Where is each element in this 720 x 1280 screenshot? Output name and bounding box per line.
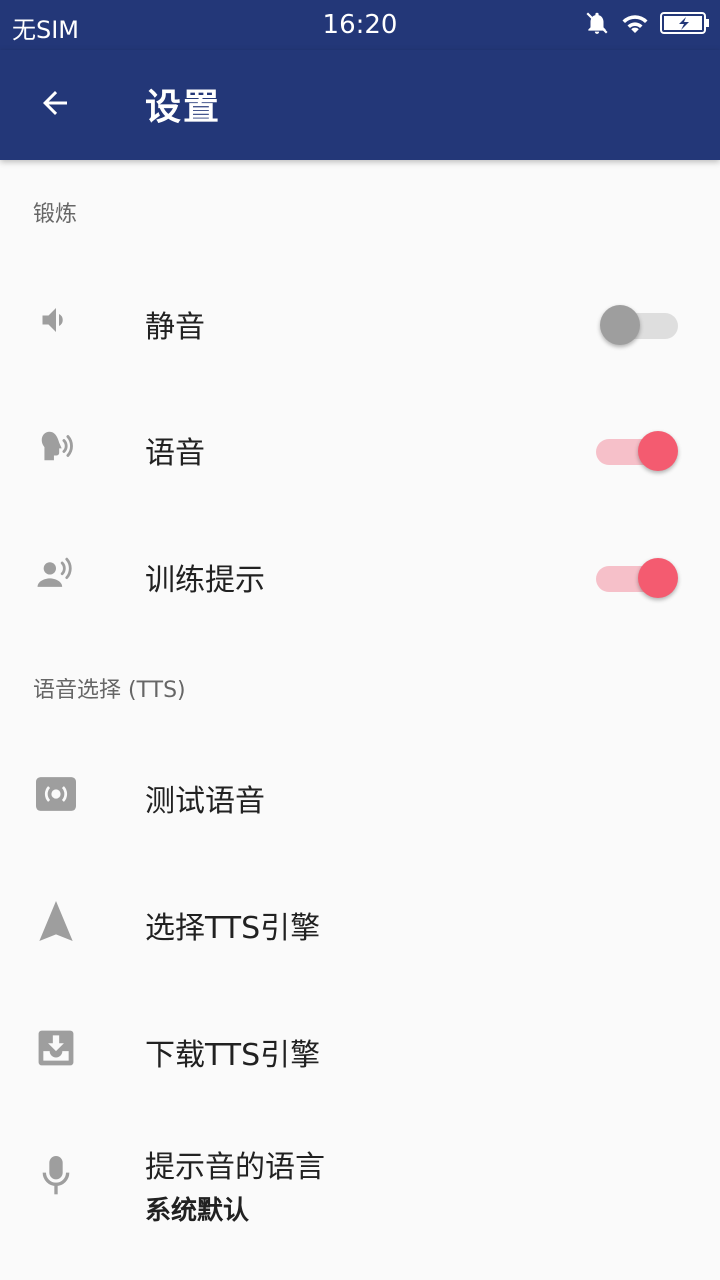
setting-row-download-tts[interactable]: 下载TTS引擎 <box>0 985 720 1111</box>
setting-label: 训练提示 <box>145 563 265 598</box>
status-icons <box>584 10 710 40</box>
setting-label: 静音 <box>145 310 205 345</box>
toggle-thumb <box>638 558 678 598</box>
voice-toggle[interactable] <box>596 427 680 471</box>
wifi-icon <box>620 10 650 40</box>
voice-speaking-icon <box>36 426 76 466</box>
download-tray-icon <box>36 1028 76 1068</box>
setting-label: 测试语音 <box>145 784 265 819</box>
volume-icon <box>36 300 76 340</box>
bell-off-icon <box>584 10 610 40</box>
person-speaking-icon <box>36 553 76 593</box>
setting-row-prompt-language[interactable]: 提示音的语言 系统默认 <box>0 1110 720 1236</box>
setting-row-mute[interactable]: 静音 <box>0 257 720 383</box>
microphone-icon <box>36 1156 76 1196</box>
section-header-tts: 语音选择 (TTS) <box>33 678 186 703</box>
setting-sublabel: 系统默认 <box>145 1196 250 1226</box>
setting-label: 下载TTS引擎 <box>145 1038 321 1073</box>
section-header-workout: 锻炼 <box>33 202 78 227</box>
setting-label: 语音 <box>145 436 205 471</box>
arrow-left-icon <box>37 85 73 125</box>
setting-row-coach-tips[interactable]: 训练提示 <box>0 510 720 636</box>
setting-row-select-tts[interactable]: 选择TTS引擎 <box>0 858 720 984</box>
setting-label: 提示音的语言 <box>145 1150 325 1185</box>
coach-tips-toggle[interactable] <box>596 554 680 598</box>
setting-row-voice[interactable]: 语音 <box>0 383 720 509</box>
setting-row-test-voice[interactable]: 测试语音 <box>0 731 720 857</box>
navigation-arrow-icon <box>36 901 76 941</box>
back-button[interactable] <box>30 80 80 130</box>
app-bar: 设置 <box>0 50 720 160</box>
toggle-thumb <box>638 431 678 471</box>
speaker-test-icon <box>36 774 76 814</box>
mute-toggle[interactable] <box>600 301 680 345</box>
status-bar: 无SIM 16:20 <box>0 0 720 50</box>
battery-charging-icon <box>660 11 710 39</box>
setting-label: 选择TTS引擎 <box>145 911 321 946</box>
toggle-thumb <box>600 305 640 345</box>
page-title: 设置 <box>145 87 222 128</box>
